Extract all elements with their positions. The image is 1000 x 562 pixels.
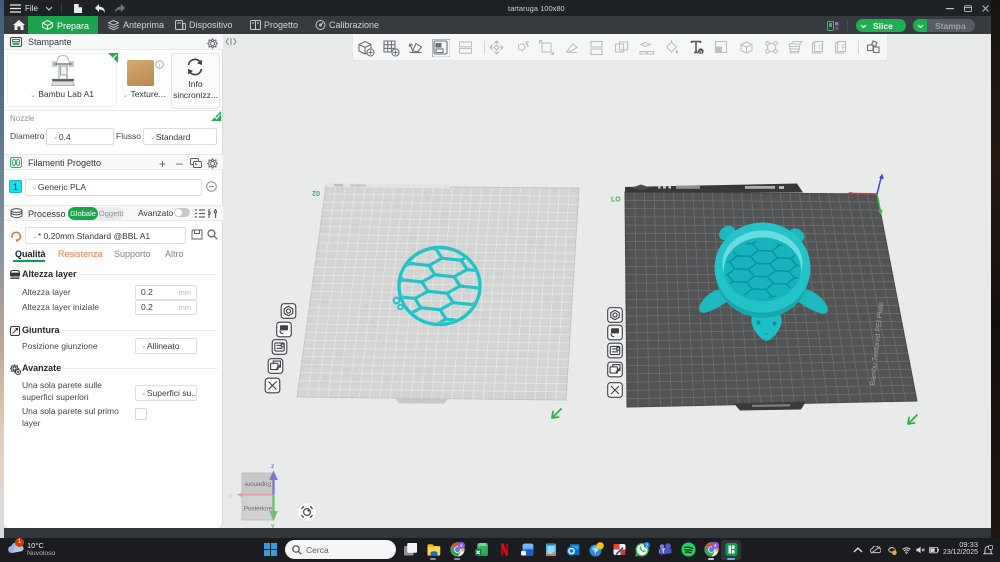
svg-text:Superiore: Superiore [244, 481, 271, 488]
svg-text:i: i [159, 63, 160, 69]
svg-text:2: 2 [645, 543, 648, 549]
svg-text:Posteriore: Posteriore [244, 506, 273, 513]
svg-text:LO: LO [611, 197, 621, 204]
svg-text:0: 0 [819, 43, 823, 52]
svg-text:x: x [229, 494, 232, 500]
svg-text:z: z [271, 463, 275, 470]
svg-text:02: 02 [312, 189, 320, 196]
svg-text:P: P [842, 43, 847, 52]
svg-text:T: T [661, 549, 665, 555]
